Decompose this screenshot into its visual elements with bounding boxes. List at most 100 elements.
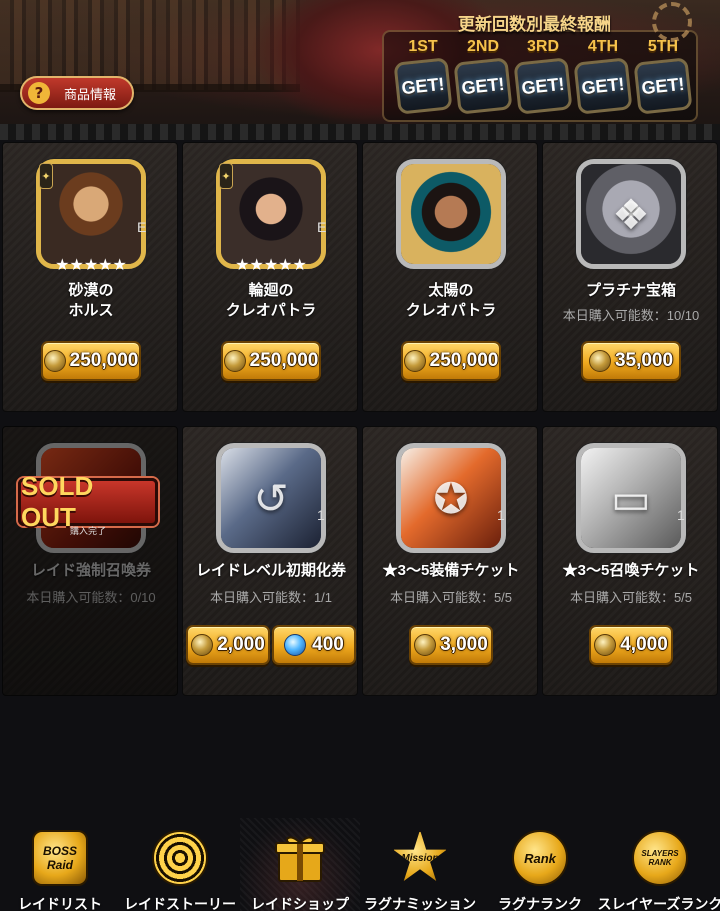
item-name: レイド強制召喚券 [30, 562, 151, 579]
price-amount: 250,000 [69, 350, 139, 371]
nav-ragna-rank[interactable]: Rank ラグナランク [480, 818, 600, 911]
price-button-gem[interactable]: 400 [272, 625, 356, 665]
coin-icon [43, 350, 66, 372]
shop-item-raid-summon-ticket: 券 1 レイド強制召喚券 本日購入可能数：0/10 [2, 426, 178, 696]
purchase-limit: 本日購入可能数：5/5 [569, 590, 693, 605]
reward-rank: 2ND [466, 38, 499, 55]
equipment-ticket-icon: ✪ [396, 443, 506, 553]
sold-out-subtext: 購入完了 [69, 526, 106, 536]
item-name-line1: 輪廻の [248, 282, 294, 299]
item-count: 1 [497, 507, 505, 523]
shop-item-grid: ✦ E ★★★★★ 砂漠の ホルス 250,000 ✦ E ★★★★★ 輪廻の … [0, 142, 720, 706]
shop-item-horus[interactable]: ✦ E ★★★★★ 砂漠の ホルス 250,000 [2, 142, 178, 412]
question-icon: ? [28, 82, 50, 104]
price-amount: 35,000 [614, 350, 674, 371]
element-tag: E [137, 219, 147, 235]
coin-icon [588, 350, 611, 372]
purchase-limit: 本日購入可能数：1/1 [209, 590, 333, 605]
nav-slayers-rank[interactable]: SLAYERS RANK スレイヤーズランク [598, 818, 720, 911]
item-name-line2: ホルス [68, 302, 114, 319]
treasure-chest-icon: ❖ [576, 159, 686, 269]
item-name: プラチナ宝箱 [585, 282, 676, 299]
price-button[interactable]: 4,000 [589, 625, 673, 665]
product-info-button[interactable]: ? 商品情報 [20, 76, 134, 110]
nav-label: レイドストーリー [124, 896, 236, 911]
shop-item-platinum-chest[interactable]: ❖ プラチナ宝箱 本日購入可能数：10/10 35,000 [542, 142, 718, 412]
shop-item-raid-level-reset[interactable]: ↺ 1 レイドレベル初期化券 本日購入可能数：1/1 2,000 400 [182, 426, 358, 696]
coin-icon [191, 634, 214, 656]
price-amount: 250,000 [429, 350, 499, 371]
shop-item-cleopatra-sun[interactable]: 太陽の クレオパトラ 250,000 [362, 142, 538, 412]
boss-raid-icon: BOSS Raid [30, 828, 90, 888]
price-button-gold[interactable]: 2,000 [186, 625, 270, 665]
final-rewards-title: 更新回数別最終報酬 [458, 15, 611, 34]
price-amount: 400 [312, 634, 344, 655]
gift-box-icon [270, 828, 330, 888]
class-badge-icon: ✦ [39, 163, 53, 189]
item-name: ★3〜5召喚チケット [562, 562, 700, 579]
reward-rank: 1ST [408, 38, 438, 55]
reward-4th[interactable]: 4TH GET! [573, 38, 633, 118]
nav-raid-story[interactable]: レイドストーリー [120, 818, 240, 911]
reward-2nd[interactable]: 2ND GET! [453, 38, 513, 118]
shop-item-cleopatra-rebirth[interactable]: ✦ E ★★★★★ 輪廻の クレオパトラ 250,000 [182, 142, 358, 412]
reward-get-icon: GET! [513, 57, 573, 115]
coin-icon [414, 634, 437, 656]
price-button[interactable]: 250,000 [221, 341, 321, 381]
gear-icon [652, 2, 692, 42]
price-button[interactable]: 35,000 [581, 341, 681, 381]
nav-label: ラグナミッション [364, 896, 476, 911]
reset-ticket-icon: ↺ [216, 443, 326, 553]
rarity-stars: ★★★★★ [55, 255, 127, 274]
story-orb-icon [150, 828, 210, 888]
price-button[interactable]: 3,000 [409, 625, 493, 665]
nav-label: ラグナランク [498, 896, 582, 911]
item-name-line2: クレオパトラ [225, 302, 317, 319]
nav-label: スレイヤーズランク [597, 896, 720, 911]
mission-star-icon: Mission [390, 828, 450, 888]
character-portrait [396, 159, 506, 269]
price-button[interactable]: 250,000 [401, 341, 501, 381]
item-name-line1: 太陽の [428, 282, 474, 299]
reward-get-icon: GET! [633, 57, 693, 115]
product-info-label: 商品情報 [64, 86, 117, 102]
price-amount: 2,000 [217, 634, 265, 655]
coin-icon [594, 634, 617, 656]
reward-get-icon: GET! [453, 57, 513, 115]
reward-get-icon: GET! [393, 57, 453, 115]
reward-5th[interactable]: 5TH GET! [633, 38, 693, 118]
bottom-nav: BOSS Raid レイドリスト レイドストーリー レイドショップ Missio… [0, 818, 720, 911]
item-count: 1 [677, 507, 685, 523]
reward-3rd[interactable]: 3RD GET! [513, 38, 573, 118]
coin-icon [223, 350, 246, 372]
platinum-card-icon: ▭ [576, 443, 686, 553]
price-amount: 250,000 [249, 350, 319, 371]
shop-item-summon-ticket[interactable]: ▭ 1 ★3〜5召喚チケット 本日購入可能数：5/5 4,000 [542, 426, 718, 696]
item-name-line1: 砂漠の [68, 282, 114, 299]
nav-raid-list[interactable]: BOSS Raid レイドリスト [0, 818, 120, 911]
nav-raid-shop[interactable]: レイドショップ [240, 818, 360, 911]
coin-icon [403, 350, 426, 372]
purchase-limit: 本日購入可能数：10/10 [562, 308, 700, 323]
shop-item-equip-ticket[interactable]: ✪ 1 ★3〜5装備チケット 本日購入可能数：5/5 3,000 [362, 426, 538, 696]
slayers-rank-icon: SLAYERS RANK [630, 828, 690, 888]
nav-ragna-mission[interactable]: Mission ラグナミッション [360, 818, 480, 911]
price-amount: 4,000 [620, 634, 668, 655]
header-divider [0, 124, 720, 140]
nav-label: レイドショップ [251, 896, 349, 911]
purchase-limit: 本日購入可能数：0/10 [26, 590, 156, 605]
element-tag: E [317, 219, 327, 235]
reward-get-icon: GET! [573, 57, 633, 115]
price-button[interactable]: 250,000 [41, 341, 141, 381]
reward-1st[interactable]: 1ST GET! [393, 38, 453, 118]
purchase-limit: 本日購入可能数：5/5 [389, 590, 513, 605]
gem-orb-icon [284, 634, 307, 656]
item-name: レイドレベル初期化券 [195, 562, 346, 579]
item-name-line2: クレオパトラ [405, 302, 497, 319]
item-name: ★3〜5装備チケット [382, 562, 520, 579]
reward-rank: 3RD [526, 38, 559, 55]
sold-out-badge: SOLD OUT [18, 471, 158, 532]
price-amount: 3,000 [440, 634, 488, 655]
reward-rank: 5TH [647, 38, 679, 55]
item-count: 1 [317, 507, 325, 523]
